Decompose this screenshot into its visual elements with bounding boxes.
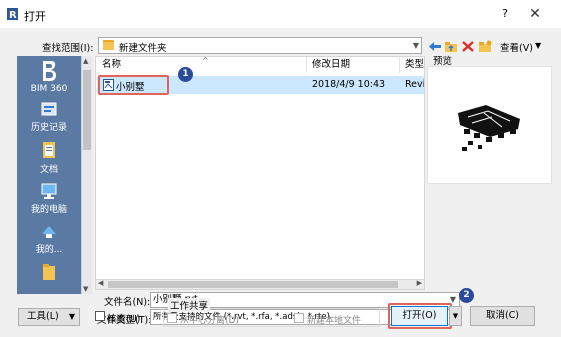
new-local-label: 新建本地文件 [307, 316, 362, 326]
place-network[interactable]: 我的... [17, 222, 81, 255]
column-header-name[interactable]: 名称 [102, 57, 121, 73]
detach-checkbox[interactable] [167, 313, 177, 323]
close-button[interactable]: ✕ [524, 4, 546, 24]
preview-pane [427, 66, 552, 184]
history-icon [41, 102, 57, 116]
place-documents[interactable]: 文档 [17, 140, 81, 175]
documents-icon [43, 142, 55, 158]
folder-icon [43, 264, 55, 280]
place-history[interactable]: 历史记录 [17, 100, 81, 133]
place-bim360[interactable]: BIM 360 [17, 60, 81, 94]
chevron-down-icon[interactable]: ▼ [535, 41, 541, 50]
column-header-modified[interactable]: 修改日期 [312, 57, 350, 73]
audit-label: 核查(U) [107, 314, 141, 325]
step-badge-1: 1 [178, 67, 193, 82]
back-arrow-icon[interactable] [428, 40, 442, 53]
place-label: 文档 [39, 165, 58, 175]
chevron-down-icon: ▼ [68, 312, 75, 321]
scroll-right-icon[interactable]: ▶ [417, 279, 422, 287]
preview-label: 预览 [433, 56, 453, 67]
bim360-icon [43, 61, 56, 81]
filename-label: 文件名(N): [104, 297, 151, 308]
places-scrollbar[interactable]: ▲ ▼ [81, 56, 92, 294]
views-menu[interactable]: 查看(V) [500, 40, 533, 54]
look-in-label: 查找范围(I): [42, 43, 94, 54]
horizontal-scrollbar[interactable]: ◀ ▶ [95, 279, 425, 290]
audit-checkbox[interactable] [95, 311, 105, 321]
open-dialog: 查找范围(I): 新建文件夹 ▼ 查看(V) ▼ BIM 360 历史记录 文档… [0, 28, 561, 337]
folder-icon [103, 40, 114, 50]
scroll-left-icon[interactable]: ◀ [98, 279, 103, 287]
column-header-type[interactable]: 类型 [405, 57, 424, 73]
scroll-up-icon[interactable]: ▲ [83, 57, 88, 65]
tools-button[interactable]: 工具(L) ▼ [18, 308, 80, 326]
open-button[interactable]: 打开(O) [391, 306, 448, 326]
place-folder[interactable] [17, 262, 81, 284]
delete-icon[interactable] [461, 40, 475, 53]
file-modified: 2018/4/9 10:43 [312, 79, 386, 90]
file-list: 名称 ^ 修改日期 类型 小别墅 2018/4/9 10:43 Revit [95, 56, 425, 286]
help-button[interactable]: ? [497, 6, 513, 22]
open-options-dropdown[interactable]: ▼ [449, 306, 462, 326]
new-local-checkbox[interactable] [294, 313, 304, 323]
place-label: BIM 360 [30, 84, 68, 94]
cancel-button[interactable]: 取消(C) [470, 306, 535, 326]
place-label: 历史记录 [30, 123, 67, 133]
place-computer[interactable]: 我的电脑 [17, 182, 81, 215]
scroll-down-icon[interactable]: ▼ [83, 285, 88, 293]
place-label: 我的电脑 [30, 205, 67, 215]
window-title: 打开 [24, 10, 46, 23]
file-type: Revit [405, 79, 424, 90]
tools-label: 工具(L) [27, 311, 59, 322]
title-bar: R 打开 ? ✕ [0, 0, 561, 28]
step-badge-2: 2 [459, 288, 474, 303]
places-bar: BIM 360 历史记录 文档 我的电脑 我的... [17, 56, 81, 294]
scroll-thumb[interactable] [83, 70, 91, 150]
worksharing-title: 工作共享 [168, 298, 211, 312]
column-divider[interactable] [399, 57, 400, 73]
up-folder-icon[interactable] [444, 40, 458, 53]
scroll-thumb[interactable] [108, 281, 398, 288]
new-folder-icon[interactable] [478, 40, 492, 53]
svg-text:R: R [9, 10, 17, 20]
annotation-highlight-file [98, 75, 169, 95]
revit-logo-icon: R [7, 8, 18, 20]
look-in-value: 新建文件夹 [119, 43, 167, 54]
column-divider[interactable] [306, 57, 307, 73]
computer-icon [41, 183, 57, 199]
sort-ascending-icon: ^ [202, 56, 209, 65]
look-in-dropdown[interactable]: 新建文件夹 ▼ [98, 37, 422, 54]
place-label: 我的... [35, 245, 63, 255]
chevron-down-icon: ▼ [412, 41, 419, 50]
detach-label: 从中心分离(D) [180, 316, 239, 326]
network-icon [42, 226, 56, 238]
model-preview-image [458, 105, 520, 151]
